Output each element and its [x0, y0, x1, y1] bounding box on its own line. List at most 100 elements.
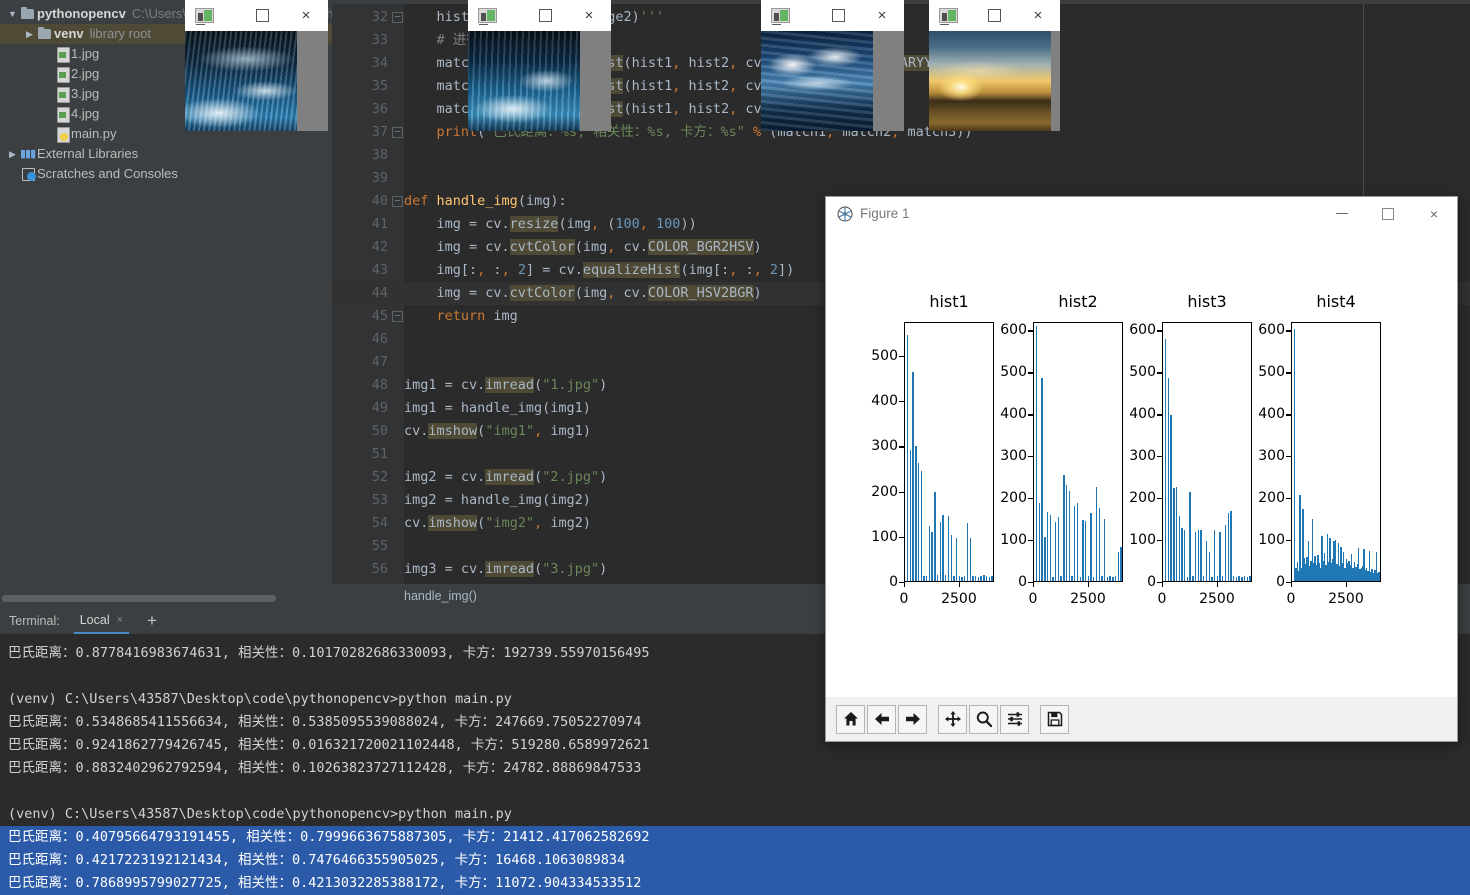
line-number: 42 [332, 236, 388, 259]
histogram-bar [1294, 329, 1295, 581]
imshow-image-area [185, 31, 328, 131]
sidebar-item-external-libraries[interactable]: ▶ External Libraries [0, 144, 332, 164]
imshow-window-2[interactable]: × [468, 0, 611, 131]
x-tick-label: 0 [1134, 591, 1190, 607]
y-tick-mark [899, 446, 904, 447]
histogram-bar [1080, 577, 1081, 581]
code-line: img = cv.cvtColor(img, cv.COLOR_BGR2HSV) [404, 236, 762, 259]
histogram-bar [1066, 485, 1067, 581]
line-number: 53 [332, 489, 388, 512]
histogram-bar [1069, 491, 1070, 581]
terminal-line: 巴氏距离：0.7868995799027725, 相关性：0.421303228… [0, 872, 1470, 895]
sidebar-item-scratches-and-consoles[interactable]: ▶Scratches and Consoles [0, 164, 332, 184]
histogram-bar [1209, 552, 1210, 581]
x-tick-label: 2500 [1060, 591, 1116, 607]
chevron-down-icon[interactable]: ▼ [6, 4, 19, 24]
histogram-bar [953, 576, 954, 581]
histogram-bar [1222, 576, 1223, 581]
code-line: def handle_img(img): [404, 190, 567, 213]
histogram-bar [1176, 487, 1177, 581]
y-tick-mark [899, 537, 904, 538]
code-fold-toggle[interactable]: – [392, 127, 403, 138]
imshow-window-1[interactable]: × [185, 0, 328, 131]
terminal-line: (venv) C:\Users\43587\Desktop\code\pytho… [8, 688, 512, 711]
figure-titlebar[interactable]: Figure 1 × [826, 197, 1457, 230]
histogram-bar [1044, 537, 1045, 581]
code-line: img2 = handle_img(img2) [404, 489, 591, 512]
close-icon[interactable]: × [1411, 197, 1457, 230]
histogram-bar [972, 576, 973, 581]
histogram-bar [1173, 488, 1174, 581]
histogram-bar [1077, 503, 1078, 581]
imshow-titlebar[interactable]: × [761, 0, 904, 31]
histogram-bar [1219, 532, 1220, 581]
close-icon[interactable]: × [860, 0, 904, 31]
y-tick-label: 500 [852, 348, 898, 364]
pan-move-icon[interactable] [938, 705, 967, 734]
maximize-icon[interactable] [1365, 197, 1411, 230]
histogram-bar [1380, 569, 1381, 581]
back-arrow-icon[interactable] [867, 705, 896, 734]
image-window-icon [478, 8, 497, 23]
histogram-bar [915, 446, 916, 581]
line-number: 35 [332, 75, 388, 98]
line-number: 55 [332, 535, 388, 558]
line-number: 46 [332, 328, 388, 351]
maximize-icon[interactable] [816, 0, 860, 31]
code-fold-toggle[interactable]: – [392, 196, 403, 207]
sidebar-horizontal-scrollbar[interactable] [2, 595, 276, 602]
image-window-icon [939, 8, 958, 23]
terminal-line: 巴氏距离：0.5348685411556634, 相关性：0.538509553… [8, 711, 641, 734]
close-icon[interactable]: × [1016, 0, 1060, 31]
zoom-magnifier-icon[interactable] [969, 705, 998, 734]
configure-subplots-icon[interactable] [1000, 705, 1029, 734]
histogram-bar [970, 538, 971, 581]
maximize-icon[interactable] [972, 0, 1016, 31]
line-number: 49 [332, 397, 388, 420]
histogram-bar [1099, 508, 1100, 581]
plot-area [1291, 322, 1381, 582]
close-icon[interactable]: × [284, 0, 328, 31]
imshow-titlebar[interactable]: × [468, 0, 611, 31]
y-tick-label: 0 [1110, 574, 1156, 590]
code-fold-toggle[interactable]: – [392, 12, 403, 23]
histogram-bar [1170, 415, 1171, 581]
image-window-icon [771, 8, 790, 23]
imshow-window-4[interactable]: × [929, 0, 1060, 131]
code-fold-toggle[interactable]: – [392, 311, 403, 322]
figure-navigation-toolbar[interactable] [826, 697, 1457, 741]
figure-canvas[interactable]: hist1010020030040050002500hist2010020030… [826, 230, 1457, 697]
histogram-bar [978, 577, 979, 581]
matplotlib-figure-window[interactable]: Figure 1 × hist1010020030040050002500his… [825, 196, 1458, 742]
add-terminal-button[interactable]: + [147, 608, 157, 634]
maximize-icon[interactable] [523, 0, 567, 31]
chevron-right-icon[interactable]: ▶ [6, 144, 19, 164]
imshow-titlebar[interactable]: × [185, 0, 328, 31]
y-tick-mark [1157, 330, 1162, 331]
histogram-bar [1055, 522, 1056, 581]
close-icon[interactable]: × [567, 0, 611, 31]
maximize-icon[interactable] [240, 0, 284, 31]
subplot-hist4[interactable]: hist4010020030040050060002500 [1291, 322, 1381, 582]
save-disk-icon[interactable] [1040, 705, 1069, 734]
minimize-icon[interactable] [1319, 197, 1365, 230]
image-file-icon [53, 84, 71, 104]
y-tick-mark [1286, 330, 1291, 331]
histogram-bar [1063, 475, 1064, 581]
terminal-line: 巴氏距离：0.8778416983674631, 相关性：0.101702826… [8, 642, 650, 665]
histogram-bar [959, 576, 960, 581]
y-tick-label: 600 [1110, 322, 1156, 338]
home-icon[interactable] [836, 705, 865, 734]
image-file-icon [53, 104, 71, 124]
chevron-right-icon[interactable]: ▶ [23, 24, 36, 44]
line-number: 39 [332, 167, 388, 190]
sidebar-item-label: External Libraries [37, 144, 138, 164]
code-line: cv.imshow("img1", img1) [404, 420, 591, 443]
histogram-bar [975, 576, 976, 581]
imshow-titlebar[interactable]: × [929, 0, 1060, 31]
forward-arrow-icon[interactable] [898, 705, 927, 734]
close-icon[interactable]: × [117, 607, 123, 633]
imshow-window-3[interactable]: × [761, 0, 904, 131]
terminal-tab-local[interactable]: Local × [74, 608, 129, 634]
x-tick-mark [1346, 582, 1347, 587]
